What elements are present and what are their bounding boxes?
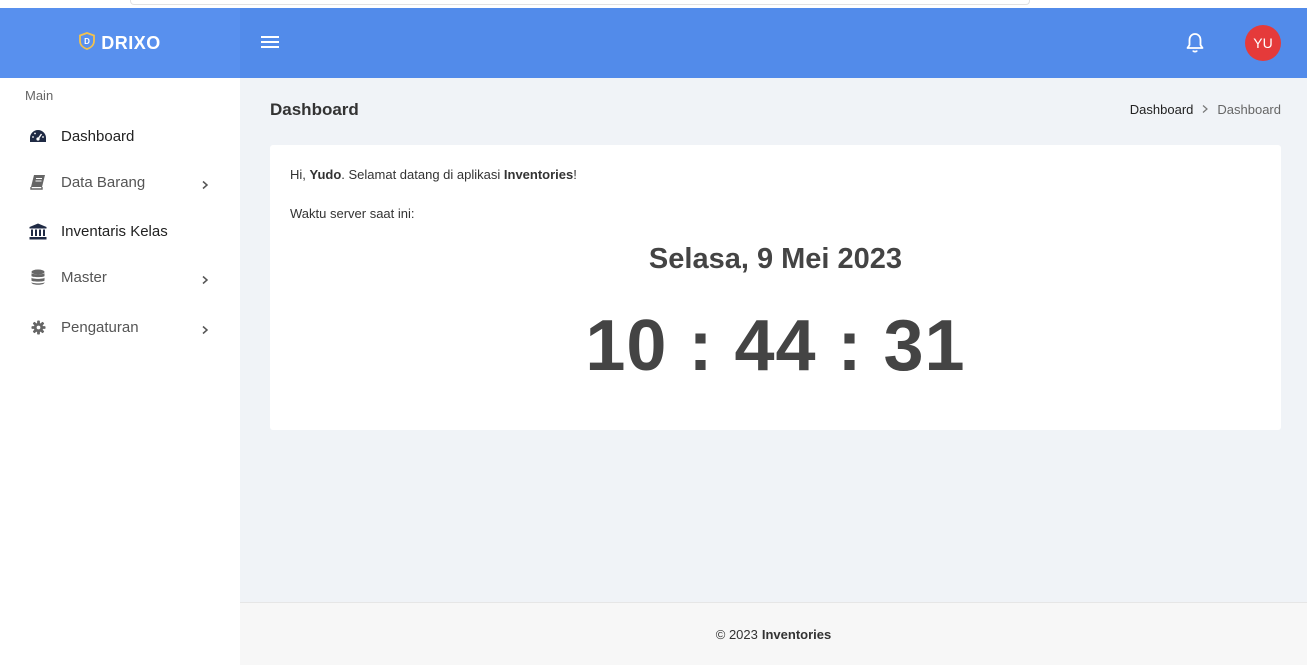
tachometer-icon — [29, 127, 47, 145]
sidebar-item-label: Pengaturan — [61, 318, 139, 336]
sidebar-item-inventaris-kelas[interactable]: Inventaris Kelas — [0, 211, 240, 251]
gear-icon — [29, 318, 47, 336]
sidebar-item-label: Data Barang — [61, 173, 146, 191]
app-name: Inventories — [503, 167, 574, 182]
page-title: Dashboard — [270, 100, 359, 119]
database-icon — [29, 268, 47, 286]
chevron-right-icon — [200, 322, 210, 335]
browser-tab-edge — [130, 0, 1030, 5]
bank-icon — [29, 222, 47, 240]
server-clock: 10 : 44 : 31 — [585, 306, 966, 386]
breadcrumb-link[interactable]: Dashboard — [1130, 102, 1194, 117]
sidebar-item-master[interactable]: Master — [0, 257, 240, 297]
sidebar-section-title: Main — [25, 88, 54, 103]
chevron-right-icon — [200, 272, 210, 285]
breadcrumb: Dashboard Dashboard — [1130, 102, 1281, 117]
greeting-text: Hi, Yudo. Selamat datang di aplikasi Inv… — [290, 167, 577, 182]
sidebar-item-label: Dashboard — [61, 127, 135, 145]
chevron-right-icon — [1201, 102, 1209, 117]
welcome-card: Hi, Yudo. Selamat datang di aplikasi Inv… — [270, 145, 1281, 430]
brand-name: DRIXO — [101, 32, 161, 53]
main-content: Dashboard Dashboard Dashboard Hi, Yudo. … — [240, 78, 1307, 602]
top-header: D DRIXO YU — [0, 8, 1307, 78]
greeting-prefix: Hi, — [290, 167, 310, 182]
sidebar-item-data-barang[interactable]: Data Barang — [0, 162, 240, 202]
greeting-suffix: ! — [573, 167, 577, 182]
user-name: Yudo — [309, 167, 342, 182]
sidebar-item-label: Inventaris Kelas — [61, 222, 168, 240]
footer-app-name: Inventories — [761, 626, 832, 642]
bell-icon[interactable] — [1183, 31, 1207, 55]
brand-logo[interactable]: D DRIXO — [0, 8, 240, 78]
footer-copyright: © 2023 — [715, 626, 758, 642]
chevron-right-icon — [200, 177, 210, 190]
browser-top-strip — [0, 0, 1307, 8]
breadcrumb-current: Dashboard — [1217, 102, 1281, 117]
book-icon — [29, 173, 47, 191]
greeting-middle: . Selamat datang di aplikasi — [341, 167, 504, 182]
user-avatar[interactable]: YU — [1245, 25, 1281, 61]
server-time-label: Waktu server saat ini: — [290, 206, 415, 221]
footer: © 2023 Inventories — [240, 602, 1307, 665]
server-date: Selasa, 9 Mei 2023 — [648, 243, 903, 275]
hamburger-menu-icon[interactable] — [258, 30, 282, 54]
sidebar-item-label: Master — [61, 268, 107, 286]
sidebar-item-dashboard[interactable]: Dashboard — [0, 116, 240, 156]
shield-logo-icon: D — [79, 31, 96, 55]
svg-text:D: D — [84, 37, 90, 46]
sidebar-item-pengaturan[interactable]: Pengaturan — [0, 307, 240, 347]
sidebar: Main Dashboard Data Barang Inventaris Ke… — [0, 78, 240, 665]
